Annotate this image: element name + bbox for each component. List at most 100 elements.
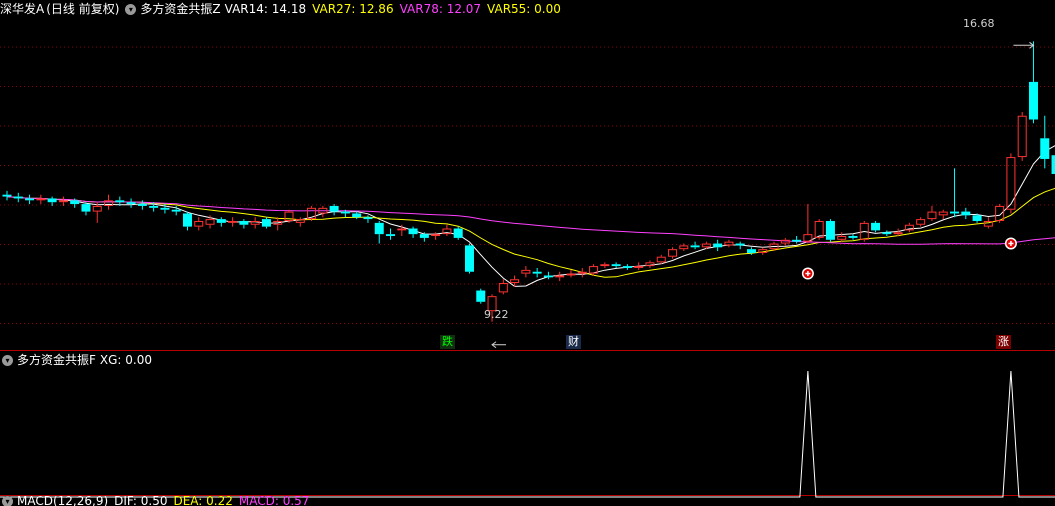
candle[interactable] xyxy=(611,262,621,268)
indicator-settings-icon[interactable]: ▾ xyxy=(125,3,137,15)
sub-indicator-name[interactable]: 多方资金共振F xyxy=(17,351,96,369)
candle[interactable] xyxy=(126,198,136,208)
candle[interactable] xyxy=(442,224,452,237)
candle[interactable] xyxy=(645,260,655,268)
candle[interactable] xyxy=(882,230,892,237)
candle[interactable] xyxy=(81,202,91,216)
candle[interactable] xyxy=(916,217,926,227)
candle[interactable] xyxy=(228,217,238,227)
candle-body xyxy=(611,264,621,267)
candle[interactable] xyxy=(13,192,23,203)
candle[interactable] xyxy=(904,222,914,233)
signal-markers xyxy=(491,41,1035,349)
candle[interactable] xyxy=(25,194,35,205)
candle[interactable] xyxy=(521,266,531,278)
candle[interactable] xyxy=(453,226,463,240)
candle[interactable] xyxy=(464,243,474,274)
candle[interactable] xyxy=(589,264,599,276)
candle[interactable] xyxy=(363,215,373,223)
candle-body xyxy=(825,220,835,240)
candle-body xyxy=(724,241,734,246)
candle[interactable] xyxy=(374,220,384,244)
candle[interactable] xyxy=(329,204,339,216)
candle[interactable] xyxy=(194,217,204,231)
candle[interactable] xyxy=(950,168,960,218)
candle[interactable] xyxy=(532,267,542,278)
candle[interactable] xyxy=(1028,41,1038,124)
stock-chart-canvas[interactable] xyxy=(0,0,1055,506)
candle[interactable] xyxy=(2,190,12,201)
candle-body xyxy=(47,198,57,203)
candle[interactable] xyxy=(622,264,632,270)
candle[interactable] xyxy=(837,232,847,242)
candle[interactable] xyxy=(318,205,328,218)
candle[interactable] xyxy=(600,262,610,268)
candle-body xyxy=(81,204,91,212)
candle[interactable] xyxy=(961,207,971,220)
candle[interactable] xyxy=(239,219,249,229)
candle[interactable] xyxy=(510,275,520,287)
candle[interactable] xyxy=(284,209,294,223)
candle-body xyxy=(555,275,565,278)
candle[interactable] xyxy=(668,247,678,259)
candle-body xyxy=(194,220,204,227)
candle[interactable] xyxy=(498,279,508,295)
candle[interactable] xyxy=(938,209,948,220)
candle-body xyxy=(995,205,1005,221)
candle[interactable] xyxy=(250,217,260,229)
candle[interactable] xyxy=(577,267,587,278)
sub-indicator-settings-icon[interactable]: ▾ xyxy=(2,354,13,366)
candle[interactable] xyxy=(1017,111,1027,161)
candle[interactable] xyxy=(36,194,46,205)
candle[interactable] xyxy=(1040,115,1050,169)
candle[interactable] xyxy=(803,204,813,244)
candle[interactable] xyxy=(713,239,723,252)
candle-body xyxy=(1017,115,1027,158)
candle[interactable] xyxy=(792,236,802,244)
candle[interactable] xyxy=(825,219,835,242)
candle-body xyxy=(476,290,486,302)
candle-body xyxy=(645,262,655,267)
chart-period[interactable]: (日线 前复权) xyxy=(46,0,119,18)
candle[interactable] xyxy=(634,262,644,270)
tag-die: 跌 xyxy=(440,335,455,349)
candle-body xyxy=(679,245,689,250)
candle[interactable] xyxy=(216,217,226,227)
macd-params[interactable]: MACD(12,26,9) xyxy=(17,496,108,506)
candle[interactable] xyxy=(724,239,734,248)
candle[interactable] xyxy=(927,205,937,221)
candle[interactable] xyxy=(261,217,271,229)
candle[interactable] xyxy=(690,241,700,250)
candle[interactable] xyxy=(307,205,317,221)
candle[interactable] xyxy=(273,217,283,231)
candle-body xyxy=(882,232,892,235)
candle[interactable] xyxy=(848,234,858,240)
macd-settings-icon[interactable]: ▾ xyxy=(2,496,13,506)
candle[interactable] xyxy=(182,211,192,231)
candle-body xyxy=(295,219,305,223)
candle-body xyxy=(92,205,102,212)
candle-body xyxy=(250,220,260,225)
candle-body xyxy=(363,217,373,220)
candle-body xyxy=(182,213,192,227)
candle[interactable] xyxy=(386,228,396,240)
candle-body xyxy=(352,213,362,218)
candle[interactable] xyxy=(814,219,824,240)
candle[interactable] xyxy=(555,271,565,282)
candle[interactable] xyxy=(408,226,418,238)
candle-body xyxy=(701,243,711,248)
stock-symbol[interactable]: 深华发A xyxy=(0,0,44,18)
candle[interactable] xyxy=(1051,153,1055,177)
indicator-name[interactable]: 多方资金共振Z xyxy=(140,0,220,18)
xg-indicator-panel xyxy=(0,370,1055,498)
candle[interactable] xyxy=(871,220,881,233)
candle[interactable] xyxy=(476,288,486,304)
candle[interactable] xyxy=(995,204,1005,223)
candle[interactable] xyxy=(295,217,305,227)
candle[interactable] xyxy=(735,241,745,250)
candlestick-series[interactable] xyxy=(2,41,1055,322)
low-price-label: 9.22 xyxy=(484,308,509,321)
candle-body xyxy=(2,194,12,197)
candle-body xyxy=(972,215,982,221)
candle-body xyxy=(464,245,474,272)
